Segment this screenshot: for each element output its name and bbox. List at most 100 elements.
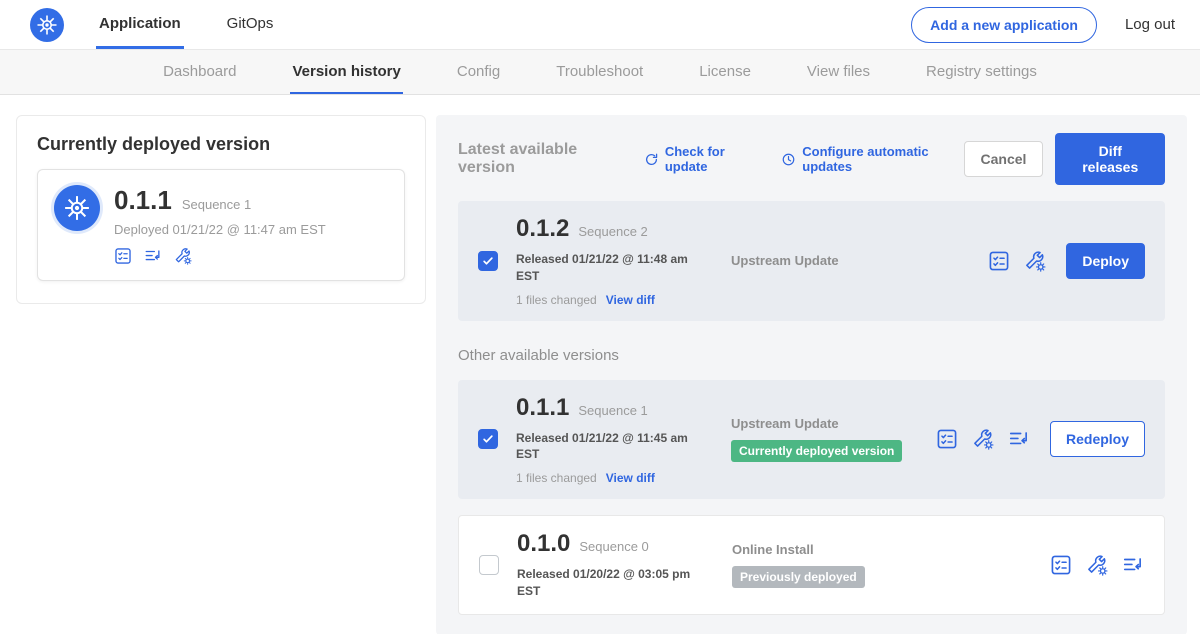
deployed-version-number: 0.1.1 <box>114 185 172 216</box>
edit-config-icon[interactable] <box>1024 250 1046 272</box>
nav-tab-application-label: Application <box>99 15 181 32</box>
released-timestamp: Released 01/21/22 @ 11:45 am EST <box>516 430 711 464</box>
currently-deployed-card: 0.1.1 Sequence 1 Deployed 01/21/22 @ 11:… <box>37 169 405 281</box>
tab-config-label: Config <box>457 63 500 80</box>
version-source-column: Upstream Update <box>731 253 936 268</box>
sequence-label: Sequence 1 <box>578 403 647 418</box>
tab-registry-settings[interactable]: Registry settings <box>924 50 1039 94</box>
checkmark-icon <box>481 254 495 268</box>
tab-version-history-label: Version history <box>292 63 400 80</box>
edit-config-icon[interactable] <box>174 247 192 265</box>
tab-version-history[interactable]: Version history <box>290 50 402 94</box>
tab-dashboard[interactable]: Dashboard <box>161 50 238 94</box>
refresh-icon <box>644 152 659 167</box>
version-info: 0.1.1 Sequence 1 Released 01/21/22 @ 11:… <box>516 394 711 486</box>
version-checkbox[interactable] <box>479 555 499 575</box>
version-actions: Deploy <box>988 243 1145 279</box>
diff-releases-button[interactable]: Diff releases <box>1055 133 1165 185</box>
cancel-button[interactable]: Cancel <box>964 141 1044 177</box>
tab-troubleshoot[interactable]: Troubleshoot <box>554 50 645 94</box>
currently-deployed-title: Currently deployed version <box>37 134 405 155</box>
tab-license-label: License <box>699 63 751 80</box>
sequence-label: Sequence 2 <box>578 224 647 239</box>
checklist-icon[interactable] <box>114 247 132 265</box>
version-row-0-1-0: 0.1.0 Sequence 0 Released 01/20/22 @ 03:… <box>458 515 1165 615</box>
nav-tab-gitops[interactable]: GitOps <box>224 0 277 49</box>
main-content: Currently deployed version 0.1.1 Sequenc… <box>0 95 1200 634</box>
view-diff-icon[interactable] <box>1122 554 1144 576</box>
kubernetes-logo-icon <box>30 8 64 42</box>
logout-link[interactable]: Log out <box>1125 0 1175 49</box>
sequence-label: Sequence 0 <box>579 539 648 554</box>
version-row-0-1-1: 0.1.1 Sequence 1 Released 01/21/22 @ 11:… <box>458 380 1165 500</box>
tab-config[interactable]: Config <box>455 50 502 94</box>
version-number: 0.1.1 <box>516 394 569 422</box>
latest-version-title: Latest available version <box>458 141 622 177</box>
check-for-update-label: Check for update <box>665 144 759 174</box>
files-changed-count: 1 files changed <box>516 293 597 307</box>
version-number: 0.1.0 <box>517 530 570 558</box>
app-subnav: Dashboard Version history Config Trouble… <box>0 50 1200 95</box>
version-info: 0.1.2 Sequence 2 Released 01/21/22 @ 11:… <box>516 215 711 307</box>
deploy-button[interactable]: Deploy <box>1066 243 1145 279</box>
tab-view-files[interactable]: View files <box>805 50 872 94</box>
version-title-line: 0.1.1 Sequence 1 <box>516 394 711 422</box>
add-application-button[interactable]: Add a new application <box>911 7 1097 43</box>
configure-automatic-updates-label: Configure automatic updates <box>802 144 963 174</box>
tab-registry-settings-label: Registry settings <box>926 63 1037 80</box>
checklist-icon[interactable] <box>936 428 958 450</box>
edit-config-icon[interactable] <box>1086 554 1108 576</box>
released-timestamp: Released 01/20/22 @ 03:05 pm EST <box>517 566 712 600</box>
version-history-panel: Latest available version Check for updat… <box>436 115 1187 634</box>
tab-dashboard-label: Dashboard <box>163 63 236 80</box>
version-source-column: Upstream Update Currently deployed versi… <box>731 416 936 462</box>
edit-config-icon[interactable] <box>972 428 994 450</box>
version-actions: Redeploy <box>936 421 1145 457</box>
released-timestamp: Released 01/21/22 @ 11:48 am EST <box>516 251 711 285</box>
configure-automatic-updates-link[interactable]: Configure automatic updates <box>781 144 963 174</box>
version-title-line: 0.1.0 Sequence 0 <box>517 530 712 558</box>
version-source-label: Upstream Update <box>731 416 936 431</box>
version-source-label: Online Install <box>732 542 937 557</box>
version-source-label: Upstream Update <box>731 253 936 268</box>
clock-icon <box>781 152 796 167</box>
latest-version-header: Latest available version Check for updat… <box>458 133 1165 185</box>
checklist-icon[interactable] <box>1050 554 1072 576</box>
currently-deployed-panel: Currently deployed version 0.1.1 Sequenc… <box>16 115 426 304</box>
page: Application GitOps Add a new application… <box>0 0 1200 634</box>
files-changed-count: 1 files changed <box>516 471 597 485</box>
version-number: 0.1.2 <box>516 215 569 243</box>
deployed-sequence-label: Sequence 1 <box>182 197 251 212</box>
other-versions-header: Other available versions <box>458 347 1165 364</box>
view-diff-link[interactable]: View diff <box>606 471 655 485</box>
files-changed-line: 1 files changed View diff <box>516 471 711 485</box>
tab-view-files-label: View files <box>807 63 870 80</box>
view-diff-link[interactable]: View diff <box>606 293 655 307</box>
currently-deployed-badge: Currently deployed version <box>731 440 902 462</box>
version-title-line: 0.1.2 Sequence 2 <box>516 215 711 243</box>
redeploy-button[interactable]: Redeploy <box>1050 421 1145 457</box>
previously-deployed-badge: Previously deployed <box>732 566 865 588</box>
tab-license[interactable]: License <box>697 50 753 94</box>
version-source-column: Online Install Previously deployed <box>732 542 937 588</box>
tab-troubleshoot-label: Troubleshoot <box>556 63 643 80</box>
version-info: 0.1.0 Sequence 0 Released 01/20/22 @ 03:… <box>517 530 712 600</box>
kubernetes-app-icon <box>54 185 100 231</box>
app-logo[interactable] <box>30 0 64 49</box>
version-checkbox[interactable] <box>478 429 498 449</box>
view-diff-icon[interactable] <box>144 247 162 265</box>
deployed-version-line: 0.1.1 Sequence 1 <box>114 185 326 216</box>
version-actions <box>1050 554 1144 576</box>
top-navbar: Application GitOps Add a new application… <box>0 0 1200 50</box>
files-changed-line: 1 files changed View diff <box>516 293 711 307</box>
deployed-card-body: 0.1.1 Sequence 1 Deployed 01/21/22 @ 11:… <box>114 185 326 265</box>
nav-tab-application[interactable]: Application <box>96 0 184 49</box>
deployed-action-icons <box>114 247 326 265</box>
checkmark-icon <box>481 432 495 446</box>
version-checkbox[interactable] <box>478 251 498 271</box>
check-for-update-link[interactable]: Check for update <box>644 144 759 174</box>
navbar-spacer <box>316 0 911 49</box>
nav-tab-gitops-label: GitOps <box>227 15 274 32</box>
checklist-icon[interactable] <box>988 250 1010 272</box>
view-diff-icon[interactable] <box>1008 428 1030 450</box>
